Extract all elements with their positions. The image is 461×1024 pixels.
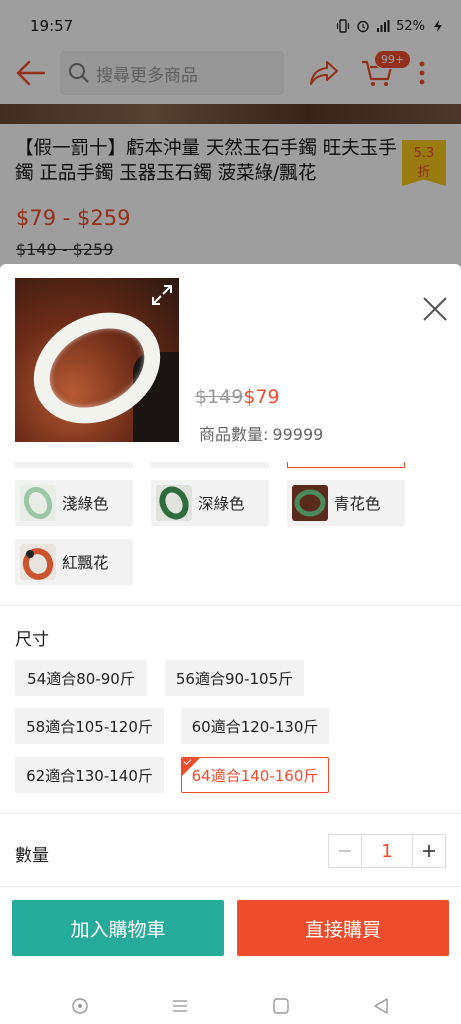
- color-swatch-dark-green: [156, 485, 192, 521]
- quantity-input[interactable]: 1: [361, 835, 413, 867]
- back-triangle-icon[interactable]: [372, 997, 390, 1015]
- color-label: 深綠色: [198, 495, 245, 513]
- minus-icon: [339, 850, 351, 852]
- color-swatch-blue-flower: [292, 485, 328, 521]
- assistant-icon[interactable]: [71, 997, 89, 1015]
- size-label: 64適合140-160斤: [191, 766, 319, 785]
- size-option[interactable]: 58適合105-120斤: [15, 708, 164, 744]
- quantity-label: 數量: [15, 846, 49, 866]
- home-icon[interactable]: [272, 997, 290, 1015]
- section-divider: [0, 813, 461, 814]
- size-option[interactable]: 62適合130-140斤: [15, 757, 164, 793]
- menu-icon[interactable]: [171, 997, 189, 1015]
- close-button[interactable]: [418, 292, 452, 326]
- variant-original-price: $149: [195, 386, 244, 408]
- decrease-quantity-button[interactable]: [329, 835, 361, 867]
- expand-icon[interactable]: [151, 284, 173, 306]
- color-option[interactable]: 深綠色: [151, 480, 269, 526]
- color-swatch-red-flower: [20, 544, 56, 580]
- stock-value: 99999: [272, 425, 324, 444]
- color-swatch-light-green: [20, 485, 56, 521]
- stock-label: 商品數量:: [199, 425, 269, 444]
- add-to-cart-button[interactable]: 加入購物車: [12, 900, 224, 956]
- color-option[interactable]: 紅飄花: [15, 539, 133, 585]
- buy-now-button[interactable]: 直接購買: [237, 900, 449, 956]
- size-option-selected[interactable]: 64適合140-160斤: [181, 757, 329, 793]
- size-option[interactable]: 54適合80-90斤: [15, 660, 147, 696]
- color-option[interactable]: 青花色: [287, 480, 405, 526]
- variant-selection-sheet: 淺綠色 深綠色 青花色 紅飄花 尺寸 54適合80-90斤 56適合90-105…: [0, 264, 461, 988]
- close-icon: [423, 297, 447, 321]
- size-option[interactable]: 56適合90-105斤: [165, 660, 304, 696]
- variant-price: $149$79: [195, 386, 280, 408]
- product-thumbnail[interactable]: [15, 278, 179, 442]
- color-option[interactable]: 淺綠色: [15, 480, 133, 526]
- size-option[interactable]: 60適合120-130斤: [181, 708, 329, 744]
- color-label: 紅飄花: [62, 554, 109, 572]
- sheet-header: $149$79 商品數量: 99999: [0, 264, 461, 462]
- action-bar: 加入購物車 直接購買: [0, 888, 461, 988]
- increase-quantity-button[interactable]: [413, 835, 445, 867]
- variant-current-price: $79: [243, 386, 280, 408]
- color-label: 淺綠色: [62, 495, 109, 513]
- plus-icon: [423, 845, 435, 857]
- quantity-stepper: 1: [328, 834, 446, 868]
- system-navigation-bar: [0, 988, 461, 1024]
- color-label: 青花色: [334, 495, 381, 513]
- section-divider: [0, 605, 461, 606]
- size-section-label: 尺寸: [15, 630, 49, 650]
- stock-info: 商品數量: 99999: [195, 421, 323, 445]
- section-divider: [0, 886, 461, 887]
